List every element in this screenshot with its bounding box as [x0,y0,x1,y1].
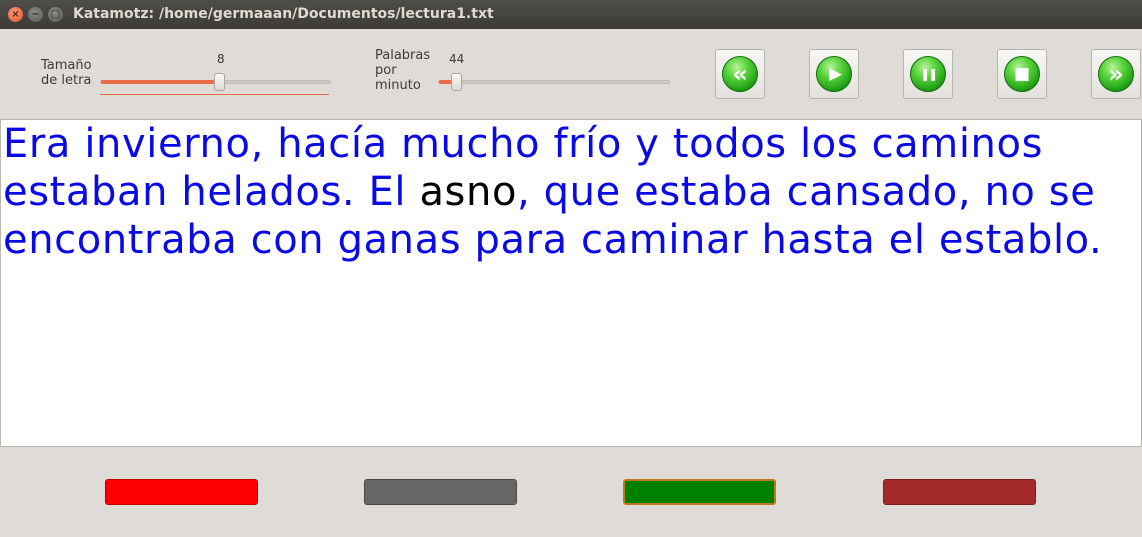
pause-button[interactable]: ❚❚ [903,49,953,99]
font-size-label: Tamaño de letra [41,58,92,88]
font-size-value: 8 [217,52,225,66]
reading-text-area[interactable]: Era invierno, hacía mucho frío y todos l… [0,119,1142,447]
font-size-slider-handle[interactable] [214,73,226,91]
red-color-button[interactable] [105,479,258,505]
brown-color-button[interactable] [883,479,1036,505]
wpm-slider-handle[interactable] [451,73,463,91]
font-size-label-line1: Tamaño [41,58,92,73]
gray-color-button[interactable] [364,479,517,505]
highlighted-word: asno [419,169,518,215]
pause-icon: ❚❚ [910,56,946,92]
wpm-value: 44 [449,52,465,66]
rewind-button[interactable]: « [715,49,765,99]
wpm-slider[interactable] [438,73,670,91]
font-size-slider[interactable] [100,73,331,91]
wpm-label-line2: por [375,63,397,78]
green-color-button[interactable] [623,479,776,505]
minimize-window-icon[interactable]: − [28,7,43,22]
reading-text: Era invierno, hacía mucho frío y todos l… [3,120,1139,264]
toolbar: Tamaño de letra 8 Palabras por minuto 44… [0,29,1142,119]
fast-forward-button[interactable]: » [1091,49,1141,99]
window-title: Katamotz: /home/germaaan/Documentos/lect… [73,6,494,22]
play-button[interactable]: ▶ [809,49,859,99]
maximize-window-icon[interactable]: □ [48,7,63,22]
font-size-slider-underline [100,94,329,95]
fast-forward-icon: » [1098,56,1134,92]
font-size-label-line2: de letra [41,73,92,88]
play-icon: ▶ [816,56,852,92]
wpm-label: Palabras por minuto [375,48,430,93]
rewind-icon: « [722,56,758,92]
stop-button[interactable]: ■ [997,49,1047,99]
wpm-label-line3: minuto [375,78,421,93]
stop-icon: ■ [1004,56,1040,92]
font-size-slider-fill [101,80,221,84]
close-window-icon[interactable]: × [8,7,23,22]
title-bar: × − □ Katamotz: /home/germaaan/Documento… [0,0,1142,29]
wpm-label-line1: Palabras [375,48,431,63]
